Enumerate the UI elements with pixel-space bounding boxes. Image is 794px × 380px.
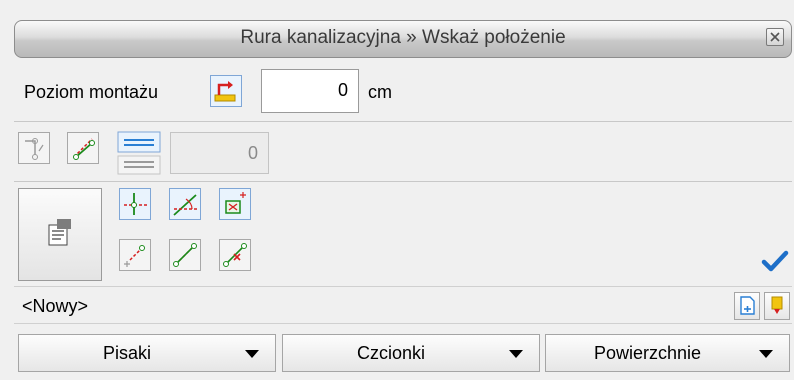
- line-segment-button[interactable]: [169, 239, 201, 271]
- diagonal-line-icon: [73, 138, 95, 160]
- mounting-level-label: Poziom montażu: [24, 82, 159, 102]
- properties-button[interactable]: [18, 188, 102, 281]
- mounting-level-unit: cm: [368, 82, 392, 102]
- pens-dropdown[interactable]: Pisaki: [18, 334, 276, 372]
- align-lines-icon: [117, 131, 161, 175]
- chevron-down-icon: [759, 350, 773, 358]
- add-point-button[interactable]: [119, 239, 151, 271]
- pick-level-button[interactable]: [210, 75, 242, 107]
- new-document-icon: [740, 296, 755, 315]
- window-title: Rura kanalizacyjna » Wskaż położenie: [240, 27, 566, 48]
- snap-box-icon: [225, 192, 246, 214]
- line-segment-icon: [173, 243, 197, 267]
- save-style-button[interactable]: [764, 292, 790, 320]
- pick-level-icon: [214, 81, 236, 102]
- separator: [14, 181, 792, 182]
- new-document-button[interactable]: [734, 292, 760, 320]
- snap-angle-icon: [173, 194, 198, 216]
- add-point-icon: [124, 245, 145, 267]
- branch-icon: [25, 138, 44, 160]
- fonts-dropdown-label: Czcionki: [356, 343, 426, 363]
- diagonal-line-button[interactable]: [67, 132, 99, 164]
- separator: [14, 121, 792, 122]
- mounting-level-input[interactable]: 0: [261, 69, 359, 113]
- properties-icon: [48, 219, 71, 246]
- surfaces-dropdown-label: Powierzchnie: [593, 343, 702, 363]
- align-toggle-button[interactable]: [116, 130, 162, 176]
- delete-segment-button[interactable]: [219, 239, 251, 271]
- chevron-down-icon: [509, 350, 523, 358]
- fonts-dropdown[interactable]: Czcionki: [282, 334, 540, 372]
- close-icon[interactable]: [766, 28, 784, 46]
- snap-perpendicular-button[interactable]: [119, 188, 151, 220]
- confirm-checkmark-icon[interactable]: [761, 248, 789, 274]
- pens-dropdown-label: Pisaki: [102, 343, 151, 363]
- name-field[interactable]: <Nowy>: [22, 296, 88, 317]
- delete-segment-icon: [223, 243, 247, 267]
- snap-perpendicular-icon: [124, 193, 148, 215]
- name-bar: [14, 286, 792, 324]
- save-style-icon: [771, 296, 783, 314]
- surfaces-dropdown[interactable]: Powierzchnie: [545, 334, 790, 372]
- snap-angle-button[interactable]: [169, 188, 201, 220]
- offset-field: 0: [170, 132, 269, 174]
- branch-tool-button[interactable]: [18, 132, 50, 164]
- chevron-down-icon: [245, 350, 259, 358]
- snap-box-button[interactable]: [219, 188, 251, 220]
